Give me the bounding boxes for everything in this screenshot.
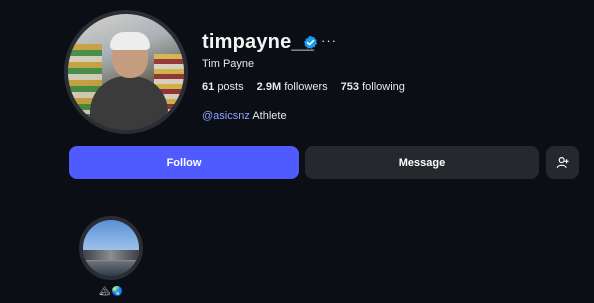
- profile-bio: @asicsnz Athlete: [202, 110, 287, 122]
- followers-count: 2.9M: [256, 81, 282, 93]
- followers-stat[interactable]: 2.9M followers: [257, 81, 328, 93]
- message-button-label: Message: [398, 156, 446, 169]
- bio-mention-link[interactable]: @asicsnz: [202, 110, 250, 122]
- message-button[interactable]: Message: [305, 146, 539, 179]
- following-label: following: [362, 81, 405, 93]
- globe-emoji-icon: 🌏: [111, 286, 124, 296]
- highlight-mountain-shape: [83, 250, 139, 260]
- story-highlight[interactable]: [79, 216, 143, 280]
- profile-full-name: Tim Payne: [202, 58, 255, 70]
- highlight-label: 🏔🌏: [99, 286, 124, 297]
- bio-text: Athlete: [252, 110, 287, 122]
- following-count: 753: [340, 81, 360, 93]
- profile-avatar[interactable]: [64, 10, 188, 134]
- highlight-cover-photo: [83, 220, 139, 276]
- person-add-icon: [556, 157, 569, 169]
- following-stat[interactable]: 753 following: [341, 81, 405, 93]
- posts-stat[interactable]: 61 posts: [202, 81, 244, 93]
- posts-count: 61: [202, 81, 215, 93]
- more-options-icon[interactable]: ···: [321, 33, 337, 48]
- mountain-emoji-icon: 🏔: [99, 286, 112, 296]
- posts-label: posts: [217, 81, 244, 93]
- followers-label: followers: [284, 81, 328, 93]
- follow-button[interactable]: Follow: [69, 146, 299, 179]
- profile-stats: 61 posts 2.9M followers 753 following: [202, 81, 405, 93]
- suggest-user-button[interactable]: [546, 146, 579, 179]
- profile-username: timpayne__: [202, 31, 315, 53]
- avatar-person-cap: [110, 32, 150, 50]
- verified-badge-icon: [303, 35, 318, 49]
- avatar-photo: [68, 14, 184, 130]
- follow-button-label: Follow: [166, 156, 202, 169]
